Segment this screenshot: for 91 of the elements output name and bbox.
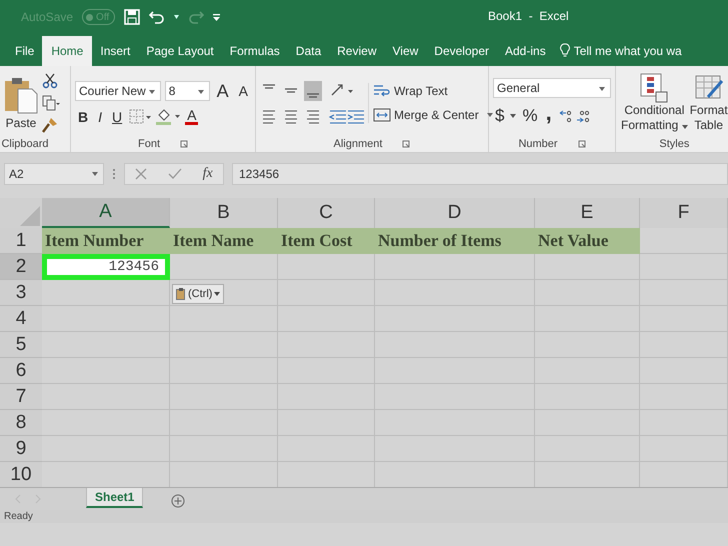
currency-button[interactable]: $ bbox=[493, 106, 506, 126]
clipboard-icon bbox=[4, 76, 38, 114]
row-header[interactable]: 4 bbox=[0, 306, 42, 332]
row-header[interactable]: 9 bbox=[0, 436, 42, 462]
dialog-launcher-icon[interactable] bbox=[180, 140, 188, 148]
ribbon-tab[interactable]: Review bbox=[329, 36, 384, 66]
copy-icon[interactable] bbox=[42, 95, 60, 111]
table-cell: Item Number bbox=[42, 228, 170, 254]
scissors-icon[interactable] bbox=[42, 73, 58, 89]
text-style-button[interactable]: I bbox=[95, 108, 106, 124]
font-size-dropdown[interactable]: 8 bbox=[164, 81, 210, 101]
lightbulb-icon bbox=[560, 43, 570, 58]
table-cell: Number of Items bbox=[375, 228, 535, 254]
horizontal-align-icons[interactable] bbox=[260, 108, 364, 126]
fill-color-icon[interactable] bbox=[155, 108, 182, 126]
table-cell: 123456 bbox=[42, 254, 170, 280]
format-as-table-button[interactable]: Format Table bbox=[688, 73, 728, 133]
merge-center-button[interactable]: Merge & Center bbox=[373, 107, 493, 123]
ribbon-tab[interactable]: Formulas bbox=[222, 36, 288, 66]
ribbon-tab[interactable]: Home bbox=[42, 36, 92, 66]
caret-icon[interactable] bbox=[174, 15, 180, 19]
comma-style-button[interactable]: , bbox=[544, 104, 554, 128]
group-label: Font bbox=[138, 138, 160, 150]
table-cell: Item Name bbox=[170, 228, 278, 254]
decimal-places-icons[interactable] bbox=[558, 108, 592, 124]
ribbon-tab[interactable]: View bbox=[384, 36, 426, 66]
tell-me-text: Tell me what you wa bbox=[574, 44, 682, 58]
column-header[interactable]: B bbox=[170, 198, 278, 228]
conditional-formatting-icon bbox=[639, 73, 670, 103]
table-cell: Net Value bbox=[535, 228, 640, 254]
checkmark-icon[interactable] bbox=[168, 168, 182, 180]
row-header[interactable]: 8 bbox=[0, 410, 42, 436]
row-header[interactable]: 7 bbox=[0, 384, 42, 410]
paste-options-button[interactable]: (Ctrl) bbox=[172, 284, 224, 304]
caret-icon bbox=[682, 125, 688, 129]
number-format-dropdown[interactable]: General bbox=[493, 78, 611, 98]
grow-font-button[interactable]: A bbox=[214, 80, 232, 102]
caret-icon[interactable] bbox=[510, 114, 516, 118]
undo-icon[interactable] bbox=[149, 10, 166, 24]
row-header[interactable]: 3 bbox=[0, 280, 42, 306]
format-painter-icon[interactable] bbox=[42, 117, 58, 133]
ribbon-tab[interactable]: Add-ins bbox=[497, 36, 554, 66]
column-header[interactable]: C bbox=[278, 198, 375, 228]
tell-me-search[interactable]: Tell me what you wa bbox=[554, 43, 682, 66]
add-sheet-icon[interactable] bbox=[171, 494, 186, 508]
save-icon[interactable] bbox=[124, 9, 140, 25]
row-header[interactable]: 5 bbox=[0, 332, 42, 358]
row-header[interactable]: 2 bbox=[0, 254, 42, 280]
name-box[interactable]: A2 bbox=[4, 163, 104, 185]
text-style-button[interactable]: B bbox=[75, 108, 92, 124]
borders-icon[interactable] bbox=[129, 108, 152, 124]
caret-icon bbox=[214, 292, 220, 296]
column-header[interactable]: E bbox=[535, 198, 640, 228]
ribbon-tab[interactable]: File bbox=[7, 36, 42, 66]
status-text: Ready bbox=[4, 511, 33, 522]
clipboard-icon bbox=[176, 288, 186, 300]
font-color-button[interactable]: A bbox=[185, 108, 198, 125]
table-cell: Item Cost bbox=[278, 228, 375, 254]
insert-function-button[interactable]: fx bbox=[202, 166, 213, 182]
column-header[interactable]: D bbox=[375, 198, 535, 228]
grip-icon bbox=[112, 168, 116, 180]
conditional-formatting-button[interactable]: Conditional Formatting bbox=[620, 73, 689, 133]
group-label: Alignment bbox=[334, 138, 382, 150]
formula-field[interactable]: 123456 bbox=[232, 163, 728, 185]
ribbon-tab[interactable]: Data bbox=[288, 36, 330, 66]
row-header[interactable]: 1 bbox=[0, 228, 42, 254]
autosave-label: AutoSave bbox=[21, 10, 74, 24]
font-family-dropdown[interactable]: Courier New bbox=[75, 81, 161, 101]
dialog-launcher-icon[interactable] bbox=[402, 140, 410, 148]
wrap-text-button[interactable]: Wrap Text bbox=[373, 83, 493, 99]
customize-icon[interactable] bbox=[213, 14, 220, 20]
merge-cells-icon bbox=[373, 107, 391, 123]
text-style-button[interactable]: U bbox=[109, 108, 126, 124]
ribbon-tab[interactable]: Developer bbox=[426, 36, 497, 66]
paste-button[interactable]: Paste bbox=[4, 76, 38, 130]
window-title: Book1 - Excel bbox=[488, 9, 569, 23]
column-header[interactable]: F bbox=[640, 198, 728, 228]
group-label: Clipboard bbox=[1, 138, 49, 150]
percent-button[interactable]: % bbox=[520, 106, 540, 126]
column-header[interactable]: A bbox=[42, 198, 170, 228]
group-label: Number bbox=[518, 138, 558, 150]
ribbon-tab[interactable]: Insert bbox=[92, 36, 138, 66]
triangle-icon bbox=[20, 206, 40, 226]
group-label: Styles bbox=[659, 138, 690, 150]
row-header[interactable]: 10 bbox=[0, 462, 42, 487]
sheet-tab[interactable]: Sheet1 bbox=[86, 488, 144, 508]
wrap-text-icon bbox=[373, 83, 391, 99]
shrink-font-button[interactable]: A bbox=[236, 83, 251, 99]
row-header[interactable]: 6 bbox=[0, 358, 42, 384]
dialog-launcher-icon[interactable] bbox=[578, 140, 586, 148]
ribbon-tab[interactable]: Page Layout bbox=[138, 36, 222, 66]
